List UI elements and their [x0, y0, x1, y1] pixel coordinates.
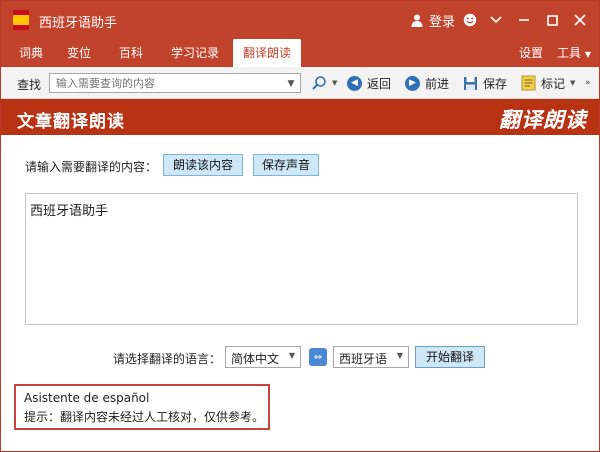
search-icon — [312, 76, 326, 90]
smiley-button[interactable] — [459, 9, 481, 31]
translation-disclaimer: 提示：翻译内容未经过人工核对，仅供参考。 — [24, 410, 265, 424]
swap-arrows-icon: ⇔ — [313, 351, 323, 363]
tab-encyclopedia[interactable]: 百科 — [111, 39, 151, 67]
smiley-icon — [463, 13, 477, 27]
tools-menu[interactable]: 工具 ▼ — [557, 39, 591, 67]
app-title: 西班牙语助手 — [39, 16, 118, 31]
arrow-left-icon: ◀ — [347, 75, 362, 91]
swap-language-button[interactable]: ⇔ — [309, 348, 327, 366]
floppy-disk-icon — [464, 76, 477, 90]
search-label: 查找 — [17, 78, 42, 92]
minimize-icon — [519, 19, 529, 21]
toolbar: 查找 ▼ ▼ ◀ 返回 ▶ 前进 保存 — [1, 67, 599, 99]
chevron-down-icon: ▼ — [332, 79, 338, 87]
language-select-label: 请选择翻译的语言： — [113, 352, 222, 366]
tab-translate-read[interactable]: 翻译朗读 — [233, 39, 301, 67]
bookmark-label: 标记 — [541, 76, 566, 91]
login-button[interactable]: 登录 — [411, 10, 455, 30]
input-prompt-label: 请输入需要翻译的内容： — [25, 160, 158, 174]
bookmark-button[interactable]: 标记 ▼ — [521, 73, 575, 93]
app-window: 西班牙语助手 登录 词典 变位 百科 学习记录 翻译朗读 设置 工具 ▼ 查找 … — [0, 0, 600, 452]
maximize-icon — [546, 14, 558, 26]
double-chevron-right-icon: » — [585, 78, 591, 88]
user-icon — [411, 14, 423, 27]
back-label: 返回 — [367, 76, 392, 91]
target-language-select[interactable]: 西班牙语 ▼ — [333, 346, 409, 368]
translation-input[interactable] — [25, 193, 578, 325]
close-icon — [574, 14, 586, 26]
forward-button[interactable]: ▶ 前进 — [405, 73, 449, 93]
tab-dictionary[interactable]: 词典 — [11, 39, 51, 67]
translation-result-box: Asistente de español 提示：翻译内容未经过人工核对，仅供参考… — [14, 384, 270, 430]
chevron-down-icon: ▼ — [584, 50, 591, 59]
source-language-value: 简体中文 — [231, 352, 280, 366]
menu-bar: 词典 变位 百科 学习记录 翻译朗读 设置 工具 ▼ — [1, 39, 599, 67]
search-history-dropdown[interactable]: ▼ — [284, 77, 298, 91]
target-language-value: 西班牙语 — [339, 352, 388, 366]
chevron-down-icon: ▼ — [570, 79, 576, 87]
page-banner: 文章翻译朗读 翻译朗读 — [1, 99, 599, 135]
banner-logo-text: 翻译朗读 — [499, 108, 587, 132]
app-logo-icon — [13, 10, 29, 30]
title-bar: 西班牙语助手 登录 — [1, 1, 599, 39]
save-button[interactable]: 保存 — [463, 73, 507, 93]
arrow-right-icon: ▶ — [405, 75, 420, 91]
chevron-down-icon: ▼ — [396, 351, 403, 360]
tab-conjugation[interactable]: 变位 — [59, 39, 99, 67]
start-translate-button[interactable]: 开始翻译 — [415, 346, 485, 368]
search-input[interactable] — [50, 74, 278, 92]
bookmark-note-icon — [521, 75, 536, 91]
minimize-button[interactable] — [513, 9, 535, 31]
tab-study-record[interactable]: 学习记录 — [163, 39, 227, 67]
tools-label: 工具 — [557, 46, 582, 60]
menu-dropdown-button[interactable] — [485, 9, 507, 31]
maximize-button[interactable] — [541, 9, 563, 31]
page-title: 文章翻译朗读 — [17, 112, 125, 132]
toolbar-overflow-button[interactable]: » — [585, 73, 591, 93]
search-box: ▼ — [49, 73, 301, 93]
read-aloud-button[interactable]: 朗读该内容 — [163, 154, 243, 176]
login-label: 登录 — [429, 14, 456, 30]
chevron-down-icon: ▼ — [288, 351, 295, 360]
translation-result-text: Asistente de español — [24, 391, 150, 405]
source-language-select[interactable]: 简体中文 ▼ — [225, 346, 301, 368]
forward-label: 前进 — [425, 76, 450, 91]
save-label: 保存 — [483, 76, 508, 91]
back-button[interactable]: ◀ 返回 — [347, 73, 391, 93]
search-button[interactable]: ▼ — [311, 73, 337, 93]
settings-menu[interactable]: 设置 — [519, 39, 543, 67]
close-button[interactable] — [569, 9, 591, 31]
save-audio-button[interactable]: 保存声音 — [253, 154, 319, 176]
chevron-down-icon — [490, 16, 502, 24]
